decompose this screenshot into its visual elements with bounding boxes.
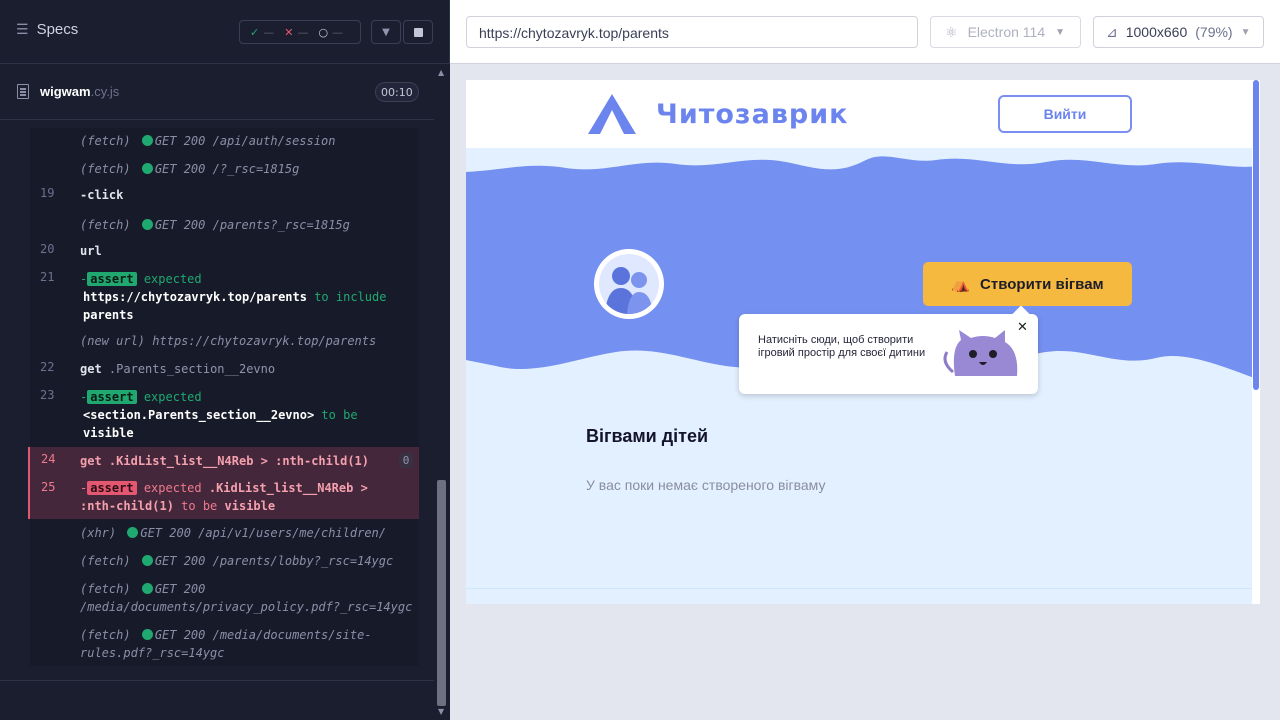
menu-list-icon: ☰ [16,21,29,37]
mascot-cat-icon [943,330,1018,376]
site-logo[interactable]: Читозаврик [586,92,849,136]
status-dot-icon [141,135,153,146]
logout-button[interactable]: Вийти [998,95,1132,133]
tooltip-text: Натисніть сюди, щоб створити ігровий про… [758,334,926,359]
spec-file-header: wigwam.cy.js 00:10 [0,76,434,120]
browser-selector[interactable]: ⚛ Electron 114 ▼ [930,16,1081,48]
parent-avatar [594,249,664,319]
command-log-scrollbar[interactable]: ▲ ▼ [434,64,450,720]
tent-icon: ⛺ [951,276,971,293]
status-dot-icon [141,555,153,566]
failed-stat: ✕ — [284,25,309,39]
preview-toolbar: https://chytozavryk.top/parents ⚛ Electr… [450,0,1280,64]
section-title: Вігвами дітей [586,426,709,446]
log-entry-failed-assert[interactable]: 25 - assert expected .KidList_list__N4Reb… [28,475,419,519]
parents-icon [605,267,653,314]
brand-name: Читозаврик [656,98,849,130]
app-scrollbar-thumb[interactable] [1253,80,1259,390]
pending-stat: ○ — [318,25,344,39]
scroll-down-icon[interactable]: ▼ [438,707,444,716]
logo-tent-icon [588,94,636,134]
stop-icon [413,27,423,37]
assert-badge: assert [87,481,137,495]
status-dot-icon [141,583,153,594]
chevron-down-icon: ▼ [1240,26,1251,38]
site-header: Читозаврик Вийти [466,80,1260,148]
url-field[interactable]: https://chytozavryk.top/parents [466,16,918,48]
runner-header: ☰ Specs ✓ — ✕ — ○ — ▼ [0,0,450,64]
element-count-badge: 0 [399,453,413,468]
electron-icon: ⚛ [945,23,958,40]
cypress-runner-panel: ☰ Specs ✓ — ✕ — ○ — ▼ wigwam.cy.js 00:10… [0,0,450,720]
stop-button[interactable] [403,20,433,44]
status-dot-icon [141,629,153,640]
onboarding-tooltip: Натисніть сюди, щоб створити ігровий про… [739,305,1038,394]
options-dropdown-button[interactable]: ▼ [371,20,401,44]
assert-badge: assert [87,272,137,286]
scroll-up-icon[interactable]: ▲ [438,68,444,77]
empty-state-text: У вас поки немає створеного вігваму [586,477,826,493]
status-dot-icon [141,163,153,174]
chevron-down-icon: ▼ [1055,26,1066,38]
runner-footer [0,680,434,720]
test-stats: ✓ — ✕ — ○ — [239,20,361,44]
command-log: (fetch) GET 200 /api/auth/session (fetch… [28,128,419,666]
run-duration: 00:10 [375,82,419,102]
divider [466,588,1252,589]
document-icon [17,84,29,99]
create-wigwam-button[interactable]: ⛺ Створити вігвам [923,262,1132,306]
specs-toggle[interactable]: ☰ Specs [16,21,78,38]
specs-label: Specs [36,21,79,38]
app-preview-panel: https://chytozavryk.top/parents ⚛ Electr… [450,0,1280,720]
status-dot-icon [141,219,153,230]
ruler-icon: ⊿ [1106,23,1118,40]
log-entry-failed[interactable]: 24 get .KidList_list__N4Reb > :nth-child… [28,447,419,475]
status-dot-icon [127,527,139,538]
passed-stat: ✓ — [250,25,275,39]
spec-file-name: wigwam.cy.js [40,84,120,99]
chevron-down-icon: ▼ [382,26,390,38]
assert-badge: assert [87,390,137,404]
app-under-test: Читозаврик Вийти ⛺ Створити вігвам Натис… [466,80,1260,604]
scrollbar-thumb[interactable] [437,480,446,706]
viewport-selector[interactable]: ⊿ 1000x660 (79%) ▼ [1093,16,1264,48]
app-scrollbar[interactable] [1252,80,1260,604]
